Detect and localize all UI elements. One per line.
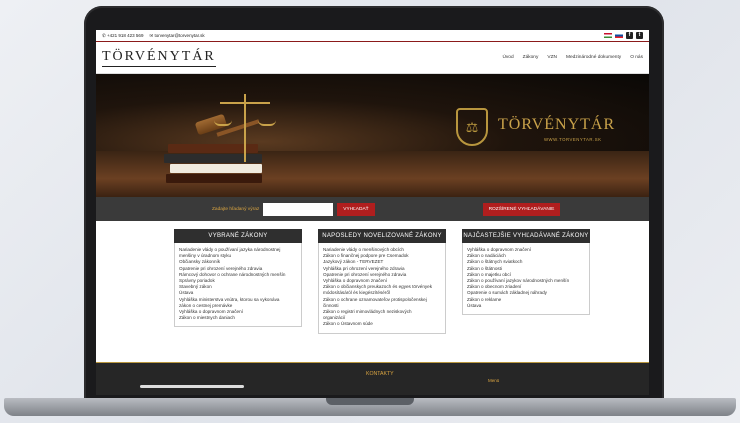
nav-uvod[interactable]: Úvod <box>502 55 513 60</box>
recently-amended-box: NAPOSLEDY NOVELIZOVANÉ ZÁKONY Nariadenie… <box>318 229 446 334</box>
box-title: NAJČASTEJŠIE VYHĽADÁVANÉ ZÁKONY <box>462 229 590 243</box>
nav-zakony[interactable]: Zákony <box>523 55 539 60</box>
footer-menu[interactable]: Menü <box>488 378 499 383</box>
navbar: TÖRVÉNYTÁR Úvod Zákony VZN Medzinárodné … <box>96 42 649 74</box>
main-nav: Úvod Zákony VZN Medzinárodné dokumenty O… <box>502 55 643 60</box>
phone-number: +421 918 423 569 <box>107 32 144 38</box>
email-address: torvenytar@torvenytar.sk <box>154 32 205 38</box>
selected-laws-box: VYBRANÉ ZÁKONY Nariadenie vlády o použív… <box>174 229 302 334</box>
box-title: VYBRANÉ ZÁKONY <box>174 229 302 243</box>
scales-pan <box>214 120 232 126</box>
box-list: Nariadenie vlády o používaní jazyka náro… <box>174 243 302 328</box>
search-bar: Zadajte hľadaný výraz VYHĽADAŤ ROZŠÍRENÉ… <box>96 197 649 221</box>
search-label: Zadajte hľadaný výraz <box>212 206 260 212</box>
box-list: Vyhláška o dopravnom značení Zákon o nad… <box>462 243 590 316</box>
list-item[interactable]: Vyhláška ministerstva vnútra, ktorou sa … <box>179 297 297 303</box>
hungarian-flag-icon[interactable] <box>604 33 612 38</box>
twitter-icon[interactable]: t <box>636 32 643 39</box>
list-item[interactable]: Zákon o miestnych daniach <box>179 315 297 321</box>
search-input[interactable] <box>263 202 334 216</box>
emblem-icon: ⚖ <box>456 108 488 146</box>
slovak-flag-icon[interactable] <box>615 33 623 38</box>
email-contact[interactable]: ✉ torvenytar@torvenytar.sk <box>149 33 204 39</box>
book-icon <box>166 174 262 183</box>
nav-medzinarodne[interactable]: Medzinárodné dokumenty <box>566 55 621 60</box>
most-searched-box: NAJČASTEJŠIE VYHĽADÁVANÉ ZÁKONY Vyhláška… <box>462 229 590 334</box>
nav-vzn[interactable]: VZN <box>547 55 557 60</box>
footer: KONTAKTY Menü <box>96 362 649 395</box>
list-item[interactable]: Zákon o ochrane oznamovateľov protispolo… <box>323 297 441 303</box>
browser-screen: ✆ +421 918 423 569 ✉ torvenytar@torvenyt… <box>96 30 649 395</box>
hero-banner: ⚖ TÖRVÉNYTÁR WWW.TORVENYTAR.SK <box>96 74 649 197</box>
book-icon <box>170 164 262 173</box>
scales-beam <box>220 102 270 104</box>
site-logo[interactable]: TÖRVÉNYTÁR <box>102 49 216 67</box>
search-button[interactable]: VYHĽADAŤ <box>337 202 375 216</box>
hero-brand-url: WWW.TORVENYTAR.SK <box>544 137 602 142</box>
footer-title[interactable]: KONTAKTY <box>366 371 394 377</box>
box-title: NAPOSLEDY NOVELIZOVANÉ ZÁKONY <box>318 229 446 243</box>
scales-pan <box>258 120 276 126</box>
list-item[interactable]: Ústava <box>467 303 585 309</box>
law-boxes: VYBRANÉ ZÁKONY Nariadenie vlády o použív… <box>96 221 649 334</box>
advanced-search-button[interactable]: ROZŠÍRENÉ VYHĽADÁVANIE <box>482 202 561 216</box>
facebook-icon[interactable]: f <box>626 32 633 39</box>
topbar: ✆ +421 918 423 569 ✉ torvenytar@torvenyt… <box>96 30 649 41</box>
horizontal-scrollbar[interactable] <box>140 385 244 388</box>
box-list: Nariadenie vlády o menšinových obcích Zá… <box>318 243 446 334</box>
list-item[interactable]: Zákon o Ústavnom súde <box>323 321 441 327</box>
laptop-notch <box>326 398 414 405</box>
nav-o-nas[interactable]: O nás <box>630 55 643 60</box>
book-icon <box>164 154 262 163</box>
phone-contact[interactable]: ✆ +421 918 423 569 <box>102 33 143 39</box>
hero-brand: TÖRVÉNYTÁR <box>498 116 616 133</box>
scales-icon <box>244 94 246 162</box>
